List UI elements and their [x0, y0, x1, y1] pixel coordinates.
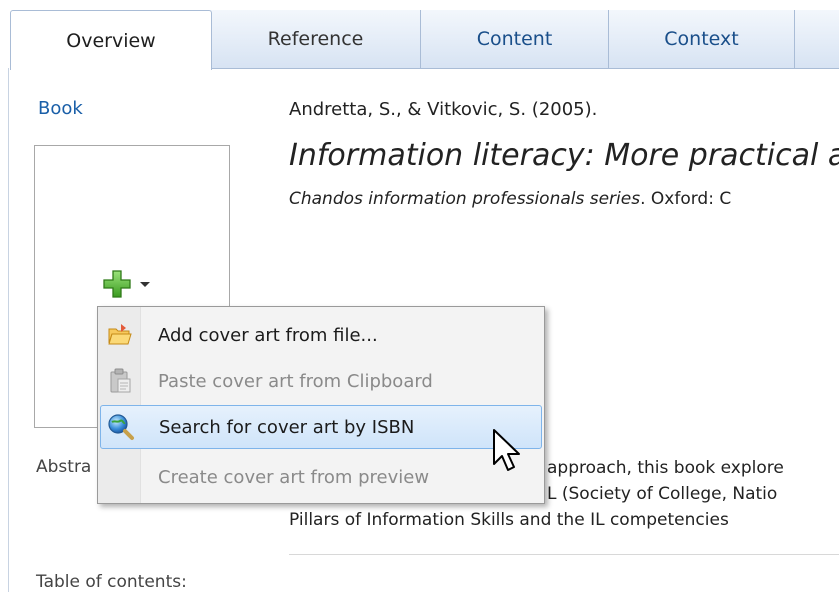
series-name: Chandos information professionals series — [289, 189, 641, 209]
menu-item-add-from-file[interactable]: Add cover art from file... — [100, 313, 542, 357]
panel-border — [8, 68, 9, 592]
divider — [289, 554, 839, 555]
abstract-label: Abstra — [36, 457, 92, 477]
abstract-line: Pillars of Information Skills and the IL… — [289, 510, 729, 530]
menu-item-label: Create cover art from preview — [158, 466, 430, 488]
table-of-contents-label: Table of contents: — [36, 572, 187, 592]
menu-item-label: Add cover art from file... — [158, 324, 378, 346]
chevron-down-icon[interactable] — [140, 281, 150, 287]
blank-icon — [100, 457, 140, 497]
add-plus-icon — [103, 270, 131, 298]
cover-art-context-menu: Add cover art from file... Paste cover a… — [97, 306, 545, 504]
folder-open-icon — [100, 315, 140, 355]
tab-context[interactable]: Context — [609, 10, 795, 68]
add-cover-art-button[interactable] — [96, 263, 166, 305]
mouse-pointer-icon — [493, 429, 520, 471]
menu-item-paste-from-clipboard[interactable]: Paste cover art from Clipboard — [100, 359, 542, 403]
publisher-place: . Oxford: C — [640, 189, 732, 209]
reference-authors: Andretta, S., & Vitkovic, S. (2005). — [289, 99, 598, 120]
menu-item-create-from-preview[interactable]: Create cover art from preview — [100, 455, 542, 499]
reference-title: Information literacy: More practical a — [289, 138, 839, 173]
tab-overview[interactable]: Overview — [10, 10, 212, 70]
reference-type-link[interactable]: Book — [38, 98, 83, 119]
clipboard-icon — [100, 361, 140, 401]
reference-series: Chandos information professionals series… — [289, 189, 839, 209]
menu-item-label: Search for cover art by ISBN — [159, 416, 415, 438]
menu-item-label: Paste cover art from Clipboard — [158, 370, 433, 392]
tab-strip: Reference Content Context Overview — [0, 0, 839, 70]
tab-content[interactable]: Content — [421, 10, 609, 68]
tab-overflow — [795, 10, 839, 68]
tab-reference[interactable]: Reference — [211, 10, 421, 68]
menu-item-search-by-isbn[interactable]: Search for cover art by ISBN — [100, 405, 542, 449]
search-globe-icon — [101, 407, 141, 447]
